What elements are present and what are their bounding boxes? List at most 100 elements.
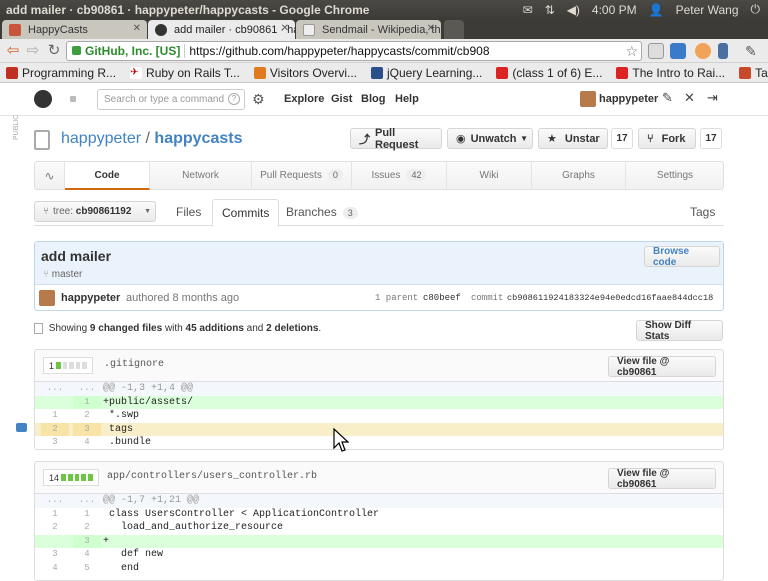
new-tab-button[interactable]	[444, 20, 464, 39]
view-file-button[interactable]: View file @ cb90861	[608, 356, 716, 378]
subnav-branches[interactable]: Branches 3	[286, 199, 358, 226]
wrench-menu-icon[interactable]: ✎	[745, 43, 761, 59]
tree-selector[interactable]: ⑂ tree: cb90861192 ▼	[34, 201, 156, 222]
bookmark-item[interactable]: (class 1 of 6) E...	[496, 66, 602, 80]
bookmark-item[interactable]: jQuery Learning...	[371, 66, 482, 80]
sub-nav: ⑂ tree: cb90861192 ▼ Files Commits Branc…	[34, 199, 724, 227]
bookmarks-bar: Programming R... ✈ Ruby on Rails T... Vis…	[0, 63, 768, 83]
bookmark-star-icon[interactable]: ☆	[625, 43, 638, 60]
tab-network[interactable]: Network	[150, 162, 252, 190]
tab-issues[interactable]: Issues 42	[352, 162, 447, 190]
chevron-down-icon[interactable]: ▼	[144, 208, 151, 215]
diffstat-added-block	[56, 362, 61, 369]
add-line-comment-icon[interactable]	[16, 423, 27, 432]
repo-book-icon	[34, 130, 50, 150]
eyedropper-icon[interactable]	[718, 43, 728, 59]
file-diff: 1 .gitignore View file @ cb90861 ...... @…	[34, 349, 724, 450]
view-file-button[interactable]: View file @ cb90861	[608, 468, 716, 490]
show-diff-stats-button[interactable]: Show Diff Stats	[636, 320, 723, 342]
subnav-tags[interactable]: Tags	[690, 199, 715, 226]
diff-line: 34 def new	[52, 549, 164, 560]
parent-sha-link[interactable]: c80beef	[423, 293, 461, 303]
back-arrow-icon[interactable]: ⇦	[3, 41, 23, 61]
repo-title-separator: /	[145, 130, 150, 147]
unstar-button[interactable]: ★ Unstar	[538, 128, 608, 149]
ev-certificate-badge[interactable]: GitHub, Inc. [US]	[67, 44, 186, 58]
github-octocat-logo-icon[interactable]	[34, 90, 52, 108]
repo-name-link[interactable]: happycasts	[154, 130, 242, 147]
network-icon[interactable]: ⇅	[545, 3, 555, 17]
happycasts-favicon-icon	[9, 24, 21, 36]
close-tab-icon[interactable]: ✕	[281, 23, 289, 34]
volume-icon[interactable]: ◀)	[567, 3, 580, 17]
settings-tools-icon[interactable]: ✕	[684, 90, 695, 106]
tab-pull-requests[interactable]: Pull Requests 0	[252, 162, 352, 190]
bookmark-item[interactable]: Programming R...	[6, 66, 116, 80]
avatar[interactable]	[39, 290, 55, 306]
fork-count[interactable]: 17	[700, 128, 722, 149]
bookmark-favicon-icon	[371, 66, 383, 79]
star-count[interactable]: 17	[611, 128, 633, 149]
extension-icon[interactable]	[670, 43, 686, 59]
subnav-files[interactable]: Files	[176, 199, 201, 226]
changed-files-link[interactable]: 9 changed files	[90, 323, 162, 334]
window-title: add mailer · cb90861 · happypeter/happyc…	[6, 2, 370, 17]
clock[interactable]: 4:00 PM	[592, 3, 637, 17]
command-bar-gear-icon[interactable]: ⚙	[252, 91, 265, 108]
branch-icon: ⑂	[43, 269, 49, 280]
forward-arrow-icon[interactable]: ⇨	[23, 41, 43, 61]
close-tab-icon[interactable]: ✕	[133, 23, 141, 34]
close-tab-icon[interactable]: ✕	[427, 23, 435, 34]
browse-code-button[interactable]: Browse code	[644, 246, 720, 268]
tab-code[interactable]: Code	[65, 162, 150, 190]
bookmark-item[interactable]: Visitors Overvi...	[253, 66, 357, 80]
help-question-icon[interactable]: ?	[228, 93, 240, 105]
repo-nav-pulse-icon[interactable]: ∿	[35, 162, 65, 190]
username-link[interactable]: happypeter	[599, 93, 658, 105]
notifications-icon[interactable]: ✎	[662, 90, 673, 106]
tab-wiki[interactable]: Wiki	[447, 162, 532, 190]
pull-request-icon: ⤴	[359, 133, 370, 146]
power-icon[interactable]: ⏻	[751, 2, 761, 17]
reload-icon[interactable]: ↻	[44, 41, 64, 61]
bookmark-item[interactable]: ✈ Ruby on Rails T...	[130, 66, 240, 80]
address-bar[interactable]: GitHub, Inc. [US] https://github.com/hap…	[66, 41, 642, 61]
fork-button[interactable]: ⑂ Fork	[638, 128, 696, 149]
bookmark-item[interactable]: Talks	[739, 66, 768, 80]
feed-icon[interactable]	[695, 43, 711, 59]
parent-label: 1 parent	[375, 293, 419, 303]
browser-tab-sendmail[interactable]: Sendmail - Wikipedia, the f ✕	[296, 20, 441, 39]
commit-author[interactable]: happypeter	[61, 292, 120, 304]
fork-icon: ⑂	[647, 132, 654, 145]
subnav-commits[interactable]: Commits	[212, 199, 280, 227]
chevron-down-icon[interactable]: ▼	[520, 134, 528, 143]
browser-tab-commit[interactable]: add mailer · cb90861 · hap ✕	[148, 20, 295, 39]
url-text[interactable]: https://github.com/happypeter/happycasts…	[189, 44, 489, 58]
gmail-extension-icon[interactable]	[648, 43, 664, 59]
diffstat-neutral-block	[75, 362, 81, 369]
bookmark-item[interactable]: The Intro to Rai...	[616, 66, 725, 80]
diff-line[interactable]: 23 tags	[35, 422, 723, 436]
diffstat-added-block	[81, 474, 87, 481]
pull-request-button[interactable]: ⤴ Pull Request	[350, 127, 442, 151]
user-name[interactable]: Peter Wang	[676, 3, 739, 17]
branch-label: ⑂ master	[43, 269, 83, 280]
signout-icon[interactable]: ⇥	[707, 90, 718, 106]
file-diff-header: 1 .gitignore View file @ cb90861	[35, 350, 723, 382]
search-input[interactable]: Search or type a command ?	[97, 89, 245, 110]
tab-graphs[interactable]: Graphs	[532, 162, 626, 190]
nav-explore[interactable]: Explore	[284, 93, 324, 105]
tab-settings[interactable]: Settings	[626, 162, 724, 190]
avatar[interactable]	[580, 91, 596, 107]
nav-help[interactable]: Help	[395, 93, 419, 105]
diffstat-neutral-block	[82, 362, 87, 369]
diff-line: 11 class UsersController < ApplicationCo…	[52, 508, 380, 520]
repo-owner-link[interactable]: happypeter	[61, 130, 141, 147]
browser-tab-happycasts[interactable]: HappyCasts ✕	[2, 20, 147, 39]
nav-blog[interactable]: Blog	[361, 93, 385, 105]
public-label: PUBLIC	[13, 114, 20, 140]
unwatch-button[interactable]: ◉ Unwatch ▼	[447, 128, 533, 149]
mail-icon[interactable]: ✉	[523, 3, 533, 17]
eye-icon: ◉	[456, 133, 466, 145]
nav-gist[interactable]: Gist	[331, 93, 352, 105]
